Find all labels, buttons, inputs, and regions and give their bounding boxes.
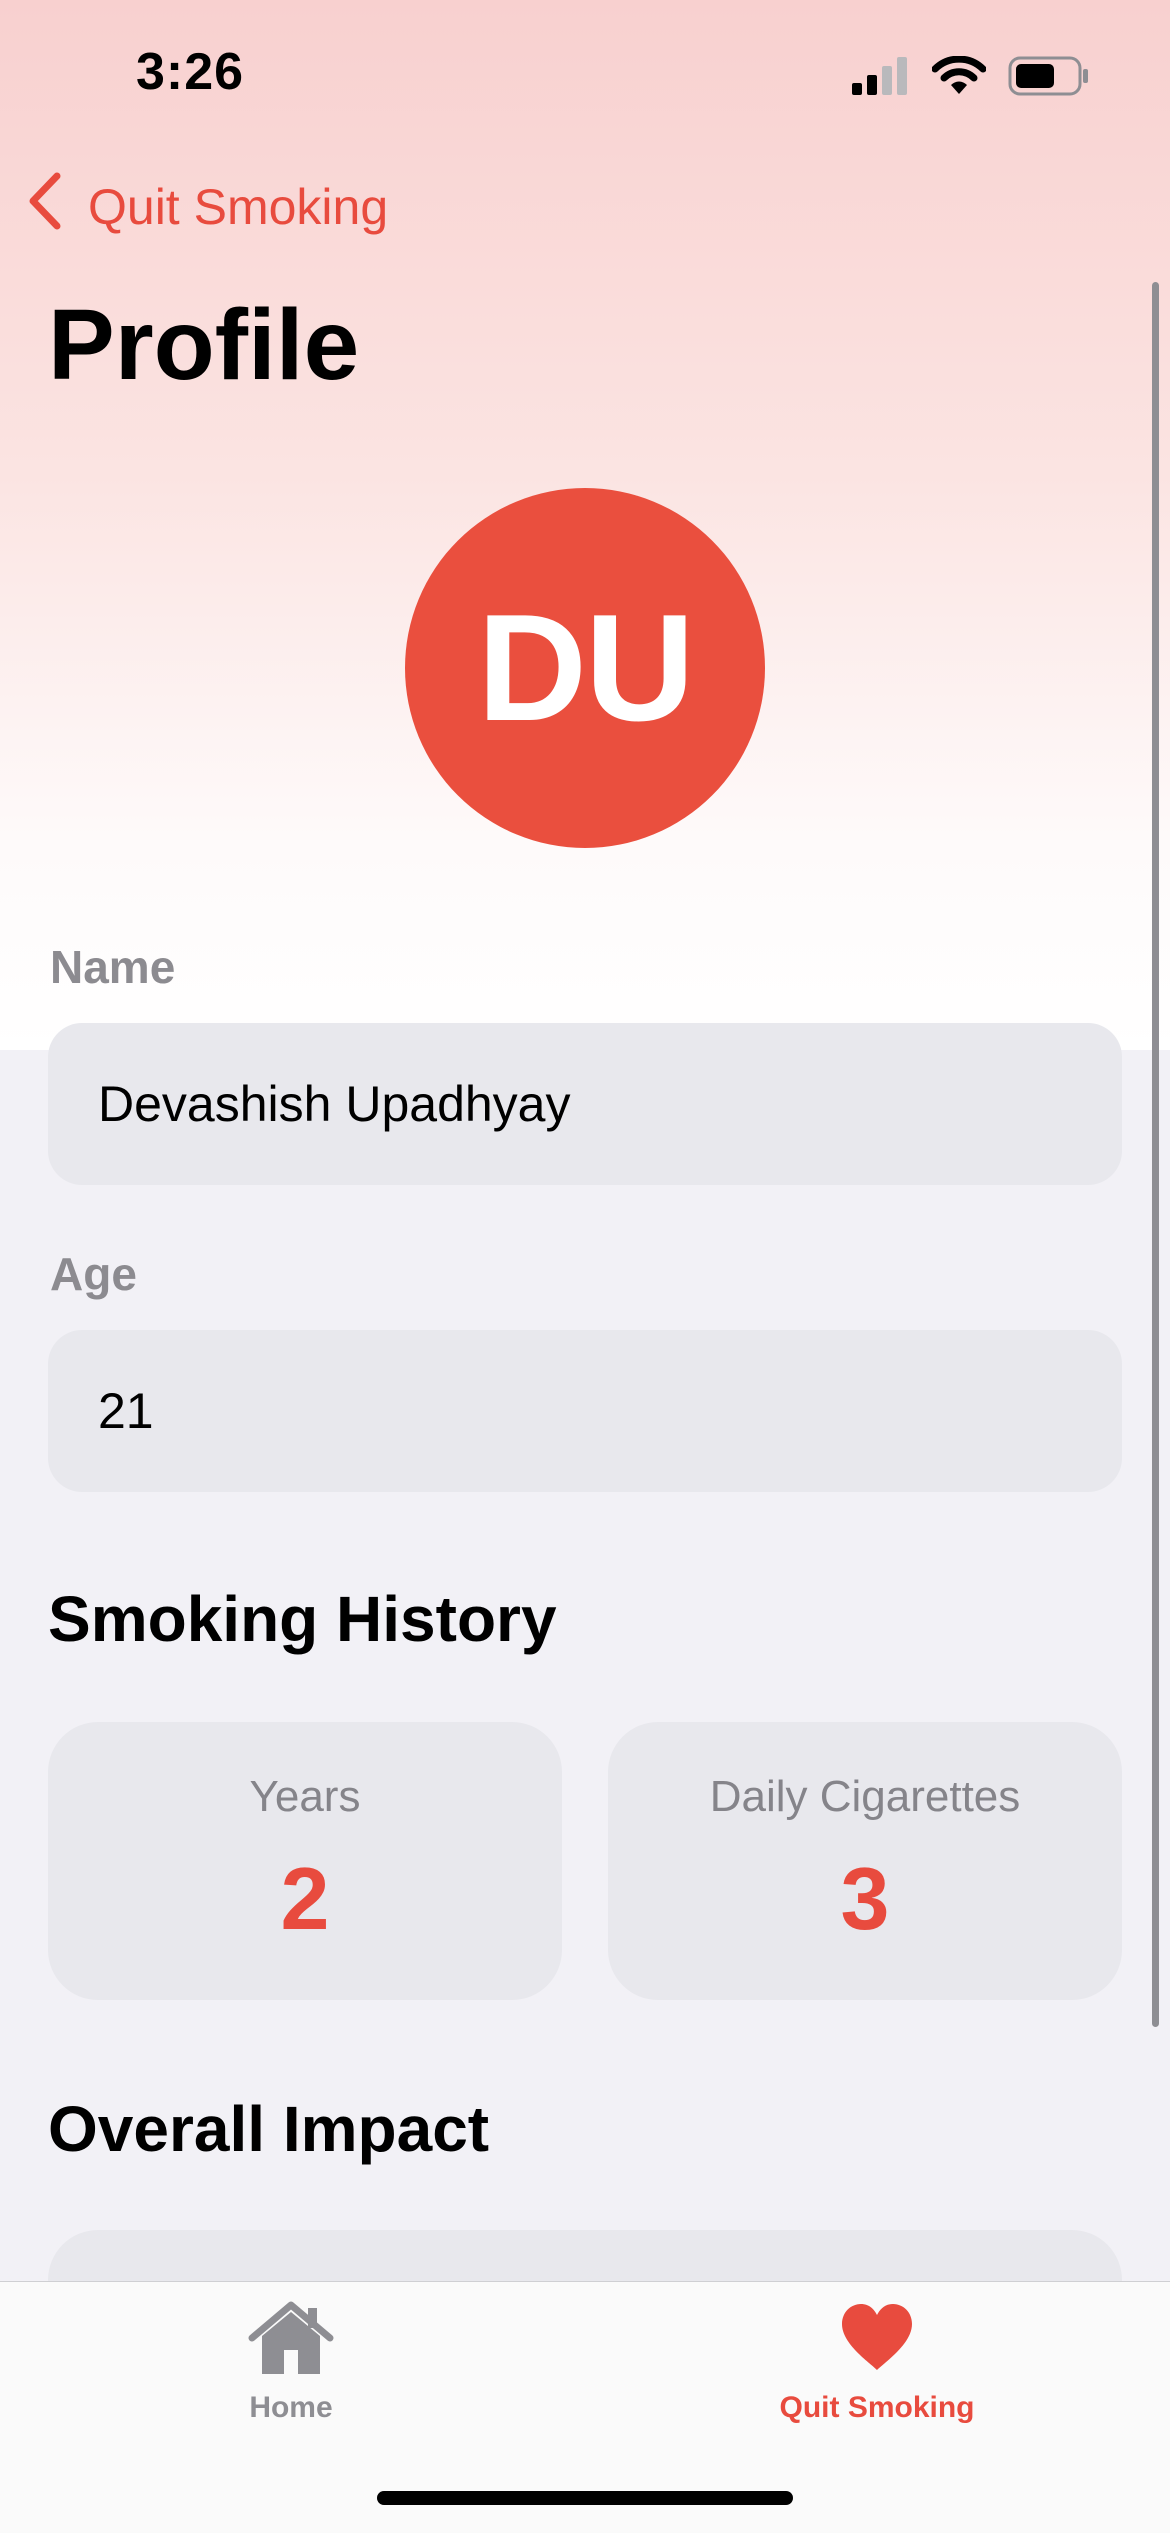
name-field-value: Devashish Upadhyay	[98, 1076, 571, 1132]
years-value: 2	[280, 1849, 330, 1948]
name-field[interactable]: Devashish Upadhyay	[48, 1023, 1122, 1185]
tab-quit-smoking-label: Quit Smoking	[779, 2391, 975, 2424]
heart-icon	[839, 2300, 915, 2381]
scroll-indicator[interactable]	[1152, 282, 1159, 2027]
tab-home-label: Home	[249, 2391, 333, 2424]
wifi-icon	[931, 55, 987, 101]
daily-cigarettes-card: Daily Cigarettes 3	[608, 1722, 1122, 2000]
status-time: 3:26	[136, 43, 245, 101]
chevron-left-icon	[26, 172, 62, 242]
status-bar: 3:26	[0, 0, 1170, 150]
daily-cigarettes-value: 3	[840, 1849, 890, 1948]
avatar: DU	[405, 488, 765, 848]
age-field[interactable]: 21	[48, 1330, 1122, 1492]
daily-cigarettes-label: Daily Cigarettes	[709, 1772, 1021, 1821]
avatar-initials: DU	[477, 582, 695, 753]
age-field-value: 21	[98, 1383, 154, 1439]
house-icon	[248, 2300, 334, 2381]
age-label: Age	[50, 1248, 137, 1300]
cellular-signal-icon	[852, 57, 910, 100]
back-button-label: Quit Smoking	[88, 179, 389, 235]
name-label: Name	[50, 941, 176, 993]
smoking-history-title: Smoking History	[48, 1583, 557, 1655]
tab-quit-smoking[interactable]: Quit Smoking	[677, 2300, 1077, 2425]
years-card: Years 2	[48, 1722, 562, 2000]
status-icons	[852, 55, 1090, 101]
page-title: Profile	[48, 289, 360, 401]
back-button[interactable]: Quit Smoking	[26, 172, 388, 242]
battery-icon	[1008, 56, 1090, 101]
home-indicator[interactable]	[377, 2491, 793, 2505]
overall-impact-title: Overall Impact	[48, 2093, 490, 2165]
tab-home[interactable]: Home	[91, 2300, 491, 2425]
years-label: Years	[249, 1772, 361, 1821]
